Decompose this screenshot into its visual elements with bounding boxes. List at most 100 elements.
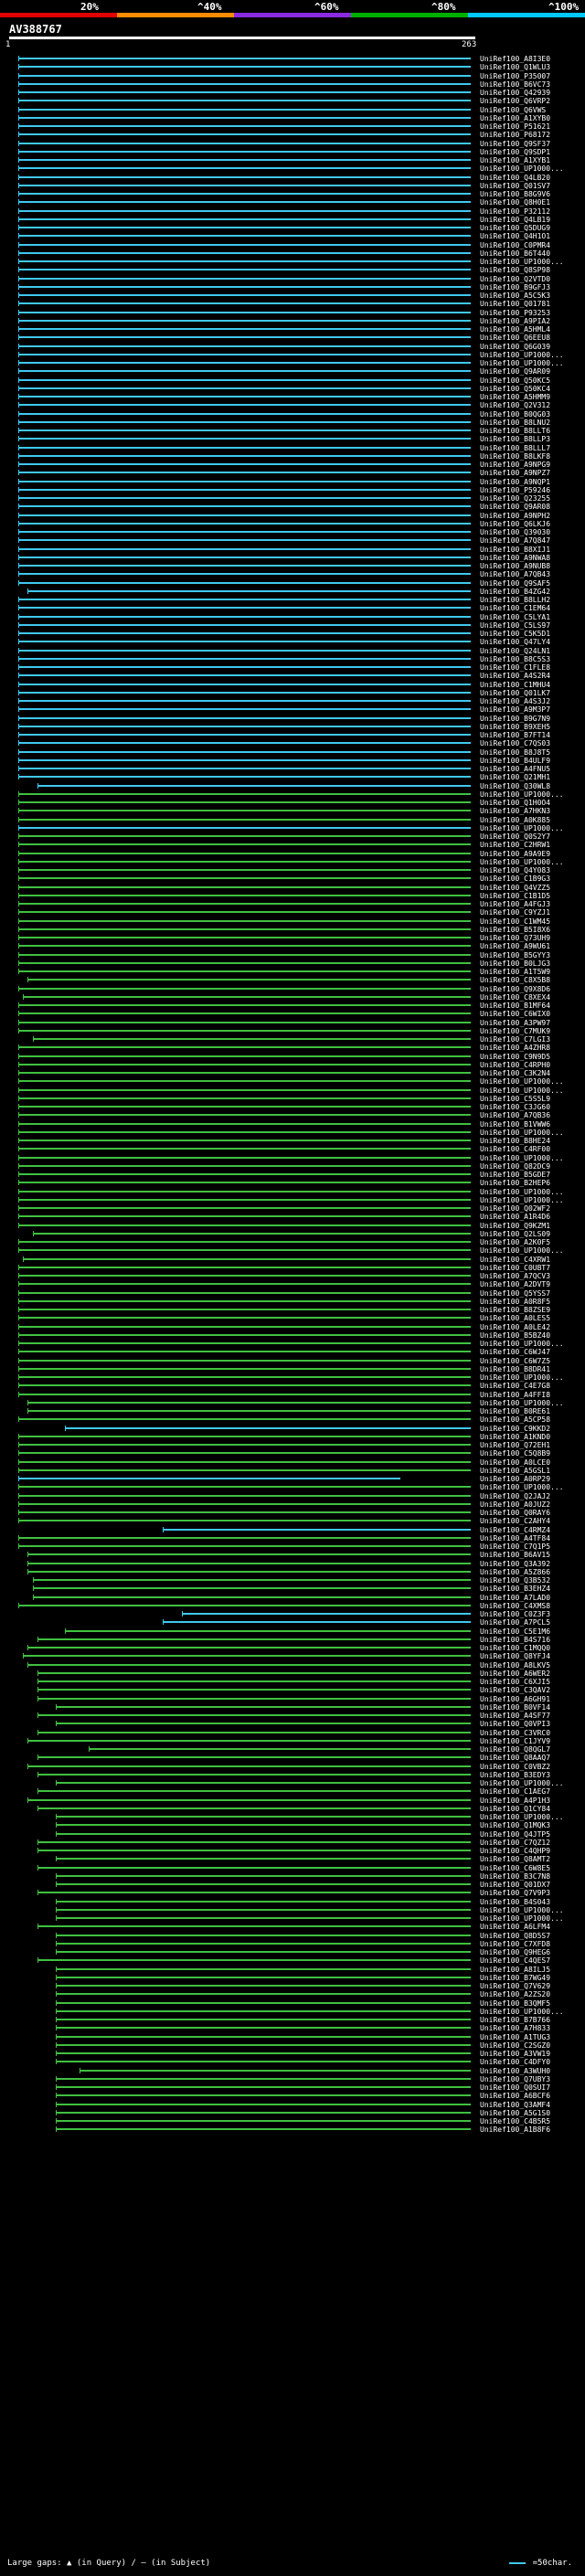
hit-row[interactable]: UniRef100_C4RPH0: [0, 1061, 585, 1069]
hit-row[interactable]: UniRef100_B8LLP3: [0, 435, 585, 443]
hit-row[interactable]: UniRef100_A7Q847: [0, 536, 585, 545]
hit-label[interactable]: UniRef100_A7LAD0: [480, 1594, 550, 1602]
hit-label[interactable]: UniRef100_A4SF77: [480, 1712, 550, 1720]
hit-label[interactable]: UniRef100_Q3B532: [480, 1576, 550, 1585]
hit-row[interactable]: UniRef100_UP1000...: [0, 2008, 585, 2016]
hit-label[interactable]: UniRef100_A2K0F5: [480, 1238, 550, 1246]
hit-label[interactable]: UniRef100_B4ULF9: [480, 757, 550, 765]
hit-row[interactable]: UniRef100_C2HRW1: [0, 841, 585, 849]
hit-label[interactable]: UniRef100_A5HMM9: [480, 393, 550, 401]
hit-label[interactable]: UniRef100_Q4JTP5: [480, 1830, 550, 1839]
hit-row[interactable]: UniRef100_C8X5B8: [0, 976, 585, 984]
hit-label[interactable]: UniRef100_B9G7N9: [480, 715, 550, 723]
hit-row[interactable]: UniRef100_C0VBZ2: [0, 1763, 585, 1771]
hit-row[interactable]: UniRef100_UP1000...: [0, 1188, 585, 1196]
hit-label[interactable]: UniRef100_C1FLE8: [480, 663, 550, 672]
hit-row[interactable]: UniRef100_C4DFY0: [0, 2058, 585, 2066]
hit-label[interactable]: UniRef100_C1AEG7: [480, 1787, 550, 1796]
hit-label[interactable]: UniRef100_Q6VRP2: [480, 97, 550, 105]
hit-label[interactable]: UniRef100_A0JUZ2: [480, 1500, 550, 1509]
hit-row[interactable]: UniRef100_Q4LB19: [0, 216, 585, 224]
hit-label[interactable]: UniRef100_Q23255: [480, 494, 550, 503]
hit-row[interactable]: UniRef100_A9A9E9: [0, 850, 585, 858]
hit-label[interactable]: UniRef100_C1B1D5: [480, 892, 550, 900]
hit-label[interactable]: UniRef100_C5Q8B9: [480, 1449, 550, 1458]
hit-row[interactable]: UniRef100_P59246: [0, 486, 585, 494]
hit-row[interactable]: UniRef100_Q6LKJ6: [0, 520, 585, 528]
hit-label[interactable]: UniRef100_A6BCF6: [480, 2092, 550, 2100]
hit-row[interactable]: UniRef100_UP1000...: [0, 1914, 585, 1923]
hit-row[interactable]: UniRef100_A0LCE0: [0, 1458, 585, 1467]
hit-label[interactable]: UniRef100_C1MQQ0: [480, 1644, 550, 1652]
hit-row[interactable]: UniRef100_A7H833: [0, 2024, 585, 2032]
hit-label[interactable]: UniRef100_A4P1H3: [480, 1797, 550, 1805]
hit-row[interactable]: UniRef100_B8DR41: [0, 1365, 585, 1373]
hit-label[interactable]: UniRef100_C0Z3F3: [480, 1610, 550, 1618]
hit-label[interactable]: UniRef100_C4RF00: [480, 1145, 550, 1153]
hit-label[interactable]: UniRef100_B8XIJ1: [480, 546, 550, 554]
hit-label[interactable]: UniRef100_C7QZ12: [480, 1839, 550, 1847]
hit-label[interactable]: UniRef100_A9NPH2: [480, 512, 550, 520]
hit-row[interactable]: UniRef100_Q8SP98: [0, 266, 585, 274]
hit-label[interactable]: UniRef100_C7LGI3: [480, 1035, 550, 1044]
hit-label[interactable]: UniRef100_A7QCV3: [480, 1272, 550, 1280]
hit-row[interactable]: UniRef100_C4B5R5: [0, 2117, 585, 2125]
hit-label[interactable]: UniRef100_B8LLP3: [480, 435, 550, 443]
hit-row[interactable]: UniRef100_A4FFI8: [0, 1391, 585, 1399]
hit-row[interactable]: UniRef100_B6VC73: [0, 80, 585, 89]
hit-row[interactable]: UniRef100_C5K5D1: [0, 630, 585, 638]
hit-label[interactable]: UniRef100_C5S5L9: [480, 1095, 550, 1103]
hit-label[interactable]: UniRef100_C7XFD8: [480, 1940, 550, 1948]
hit-row[interactable]: UniRef100_A7QB43: [0, 570, 585, 578]
hit-row[interactable]: UniRef100_Q4H1O1: [0, 232, 585, 240]
hit-row[interactable]: UniRef100_C9YZJ1: [0, 908, 585, 917]
hit-label[interactable]: UniRef100_C8X5B8: [480, 976, 550, 984]
hit-row[interactable]: UniRef100_B5GDE7: [0, 1171, 585, 1179]
hit-label[interactable]: UniRef100_C1JYV9: [480, 1737, 550, 1745]
hit-row[interactable]: UniRef100_A4ZHR8: [0, 1044, 585, 1052]
hit-row[interactable]: UniRef100_Q6G039: [0, 343, 585, 351]
hit-label[interactable]: UniRef100_UP1000...: [480, 359, 564, 367]
hit-label[interactable]: UniRef100_UP1000...: [480, 858, 564, 866]
hit-row[interactable]: UniRef100_B8ZSE9: [0, 1306, 585, 1314]
hit-row[interactable]: UniRef100_C3K2N4: [0, 1069, 585, 1077]
hit-row[interactable]: UniRef100_A1XYB1: [0, 156, 585, 164]
hit-label[interactable]: UniRef100_A5Z866: [480, 1568, 550, 1576]
hit-label[interactable]: UniRef100_C5K5D1: [480, 630, 550, 638]
hit-row[interactable]: UniRef100_A9NPG9: [0, 461, 585, 469]
hit-row[interactable]: UniRef100_C3QAV2: [0, 1686, 585, 1694]
hit-label[interactable]: UniRef100_A7QB36: [480, 1111, 550, 1119]
hit-row[interactable]: UniRef100_C5E1M6: [0, 1627, 585, 1636]
hit-label[interactable]: UniRef100_B6T440: [480, 249, 550, 258]
hit-row[interactable]: UniRef100_P68172: [0, 131, 585, 139]
hit-row[interactable]: UniRef100_Q0SUI7: [0, 2083, 585, 2092]
hit-row[interactable]: UniRef100_A6GH91: [0, 1695, 585, 1703]
hit-row[interactable]: UniRef100_A4TF84: [0, 1534, 585, 1542]
hit-label[interactable]: UniRef100_Q0VPI3: [480, 1720, 550, 1728]
hit-label[interactable]: UniRef100_Q7UBY3: [480, 2075, 550, 2083]
hit-label[interactable]: UniRef100_B8G9V6: [480, 190, 550, 198]
hit-label[interactable]: UniRef100_A8ILJ5: [480, 1966, 550, 1974]
hit-label[interactable]: UniRef100_Q1MQK3: [480, 1821, 550, 1829]
hit-label[interactable]: UniRef100_Q9HEG6: [480, 1948, 550, 1956]
hit-row[interactable]: UniRef100_P35007: [0, 72, 585, 80]
hit-label[interactable]: UniRef100_C6W8E5: [480, 1864, 550, 1872]
hit-row[interactable]: UniRef100_Q0RAY6: [0, 1509, 585, 1517]
hit-row[interactable]: UniRef100_UP1000...: [0, 858, 585, 866]
hit-row[interactable]: UniRef100_B6T440: [0, 249, 585, 258]
hit-label[interactable]: UniRef100_A7QB43: [480, 570, 550, 578]
hit-label[interactable]: UniRef100_A4S3J2: [480, 697, 550, 705]
hit-row[interactable]: UniRef100_Q50KC5: [0, 376, 585, 385]
hit-label[interactable]: UniRef100_B8LKF8: [480, 452, 550, 461]
hit-label[interactable]: UniRef100_Q2VTD0: [480, 275, 550, 283]
hit-label[interactable]: UniRef100_A5C5K3: [480, 292, 550, 300]
hit-row[interactable]: UniRef100_B8LLL7: [0, 444, 585, 452]
hit-label[interactable]: UniRef100_B8C5S3: [480, 655, 550, 663]
hit-label[interactable]: UniRef100_Q8AMT2: [480, 1855, 550, 1863]
hit-label[interactable]: UniRef100_UP1000...: [480, 1483, 564, 1491]
hit-row[interactable]: UniRef100_B4S043: [0, 1898, 585, 1906]
hit-row[interactable]: UniRef100_A5G1S0: [0, 2109, 585, 2117]
hit-row[interactable]: UniRef100_A2K0F5: [0, 1238, 585, 1246]
hit-label[interactable]: UniRef100_UP1000...: [480, 1188, 564, 1196]
hit-label[interactable]: UniRef100_Q73UH9: [480, 934, 550, 942]
